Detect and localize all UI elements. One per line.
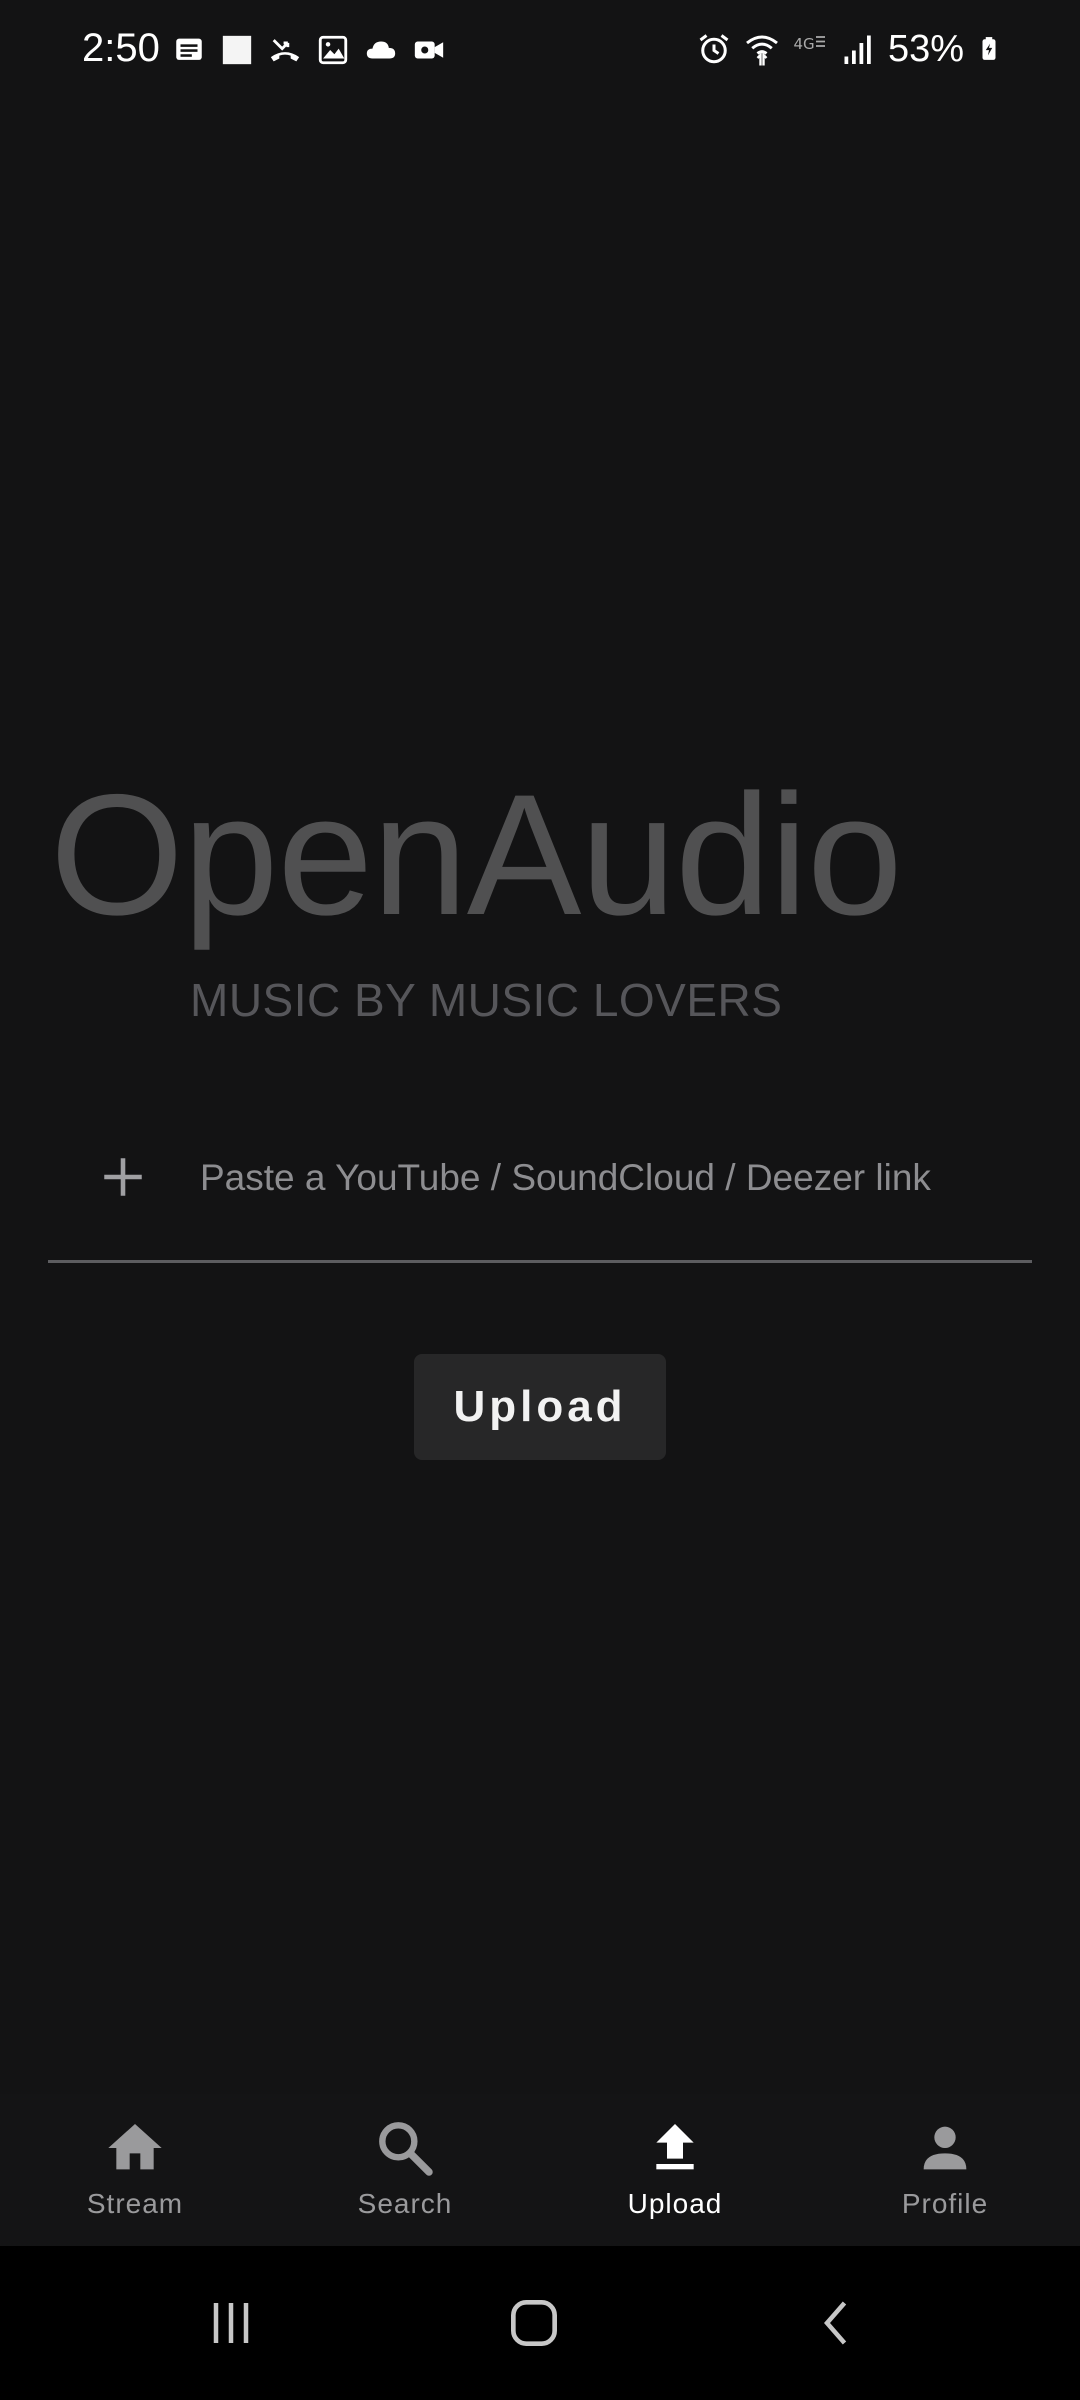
search-icon [379,2122,433,2176]
recents-button[interactable] [191,2286,271,2360]
app-logo-title: OpenAudio [50,759,903,951]
image-icon [318,35,348,65]
signal-icon [844,35,871,64]
home-icon [108,2124,162,2170]
nav-item-stream[interactable]: Stream [0,2094,270,2246]
message-icon [176,38,202,60]
nav-item-search[interactable]: Search [270,2094,540,2246]
svg-text:4G: 4G [793,35,814,53]
home-button[interactable] [494,2286,574,2360]
person-icon [923,2126,967,2170]
alarm-icon [699,34,729,64]
app-tagline: MUSIC BY MUSIC LOVERS [190,974,783,1026]
nav-label-stream: Stream [86,2188,184,2219]
plus-icon[interactable] [98,1152,148,1202]
back-icon [824,2301,847,2345]
battery-charging-icon [982,37,996,60]
nav-item-upload[interactable]: Upload [540,2094,810,2246]
back-button[interactable] [797,2286,877,2360]
battery-percentage: 53% [887,28,964,70]
wifi-icon [746,35,778,66]
upload-button[interactable]: Upload [414,1354,666,1460]
video-camera-icon [414,41,444,59]
square-icon [222,35,252,65]
status-time: 2:50 [82,26,160,70]
upload-icon [656,2124,694,2170]
nav-item-profile[interactable]: Profile [810,2094,1080,2246]
home-outline-icon [511,2300,557,2346]
link-input-field[interactable] [200,1138,1020,1218]
nav-label-upload: Upload [627,2188,723,2219]
link-input-container [48,1130,1032,1263]
recents-icon [213,2303,249,2343]
nav-label-profile: Profile [901,2188,989,2219]
bottom-navigation: Stream Search Upload Profile [0,2094,1080,2246]
notification-icons [172,30,446,70]
cloud-icon [366,41,396,59]
nav-label-search: Search [357,2188,453,2219]
system-status-icons: 4G 53% [696,26,1002,72]
system-navigation-bar [0,2246,1080,2400]
status-bar: 2:50 4G 53% [0,0,1080,100]
missed-call-icon [270,39,300,62]
4g-icon: 4G [793,35,825,53]
